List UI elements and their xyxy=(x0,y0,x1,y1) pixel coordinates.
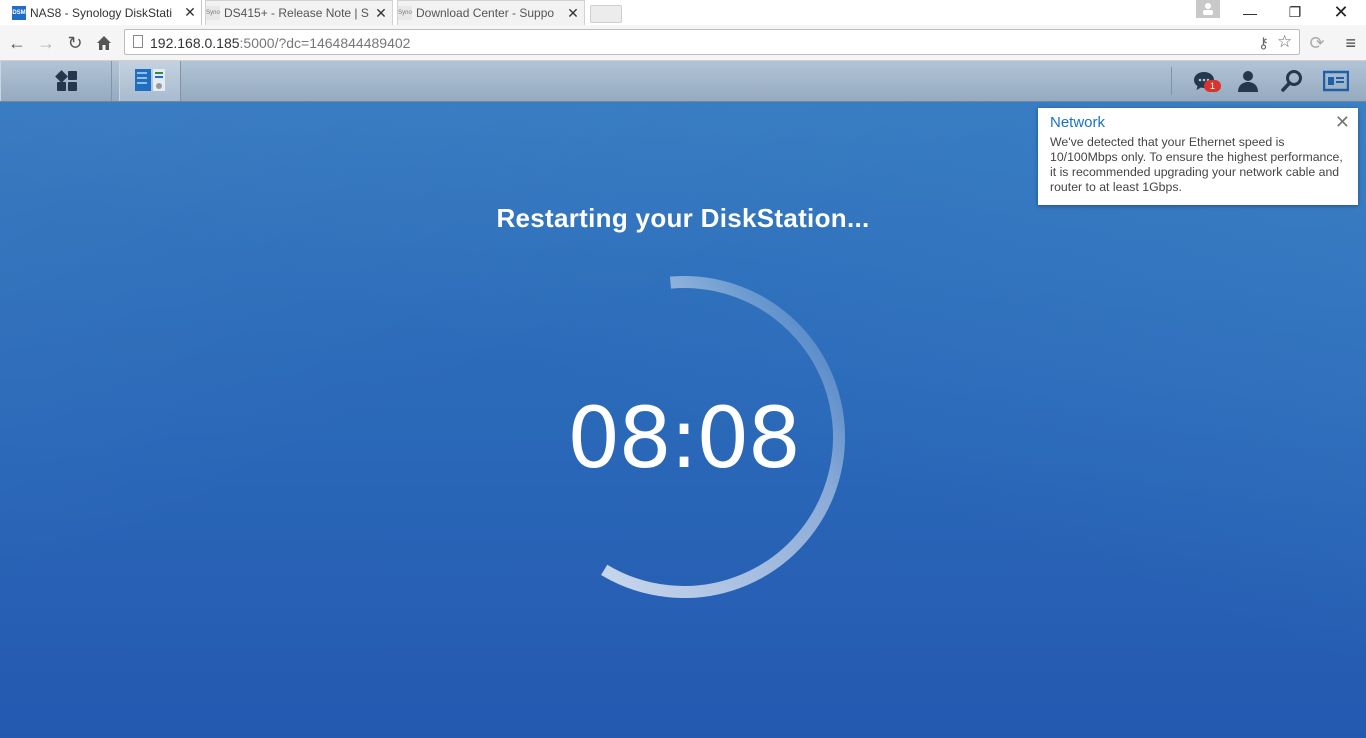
taskbar-separator xyxy=(1171,67,1172,95)
new-tab-button[interactable] xyxy=(590,5,622,23)
extension-icon[interactable]: ⟳ xyxy=(1306,32,1328,54)
url-host: 192.168.0.185 xyxy=(150,35,240,51)
page-icon xyxy=(133,35,143,48)
control-panel-icon xyxy=(135,69,165,91)
main-menu-button[interactable] xyxy=(0,61,112,101)
tab-close-icon[interactable]: ✕ xyxy=(183,4,197,21)
restore-icon[interactable]: ❐ xyxy=(1272,0,1318,25)
tab-download-center[interactable]: Syno Download Center - Suppo ✕ xyxy=(397,0,585,25)
search-icon[interactable] xyxy=(1280,69,1304,93)
tab-title: DS415+ - Release Note | S xyxy=(224,6,369,20)
user-icon[interactable] xyxy=(1236,69,1260,93)
bookmark-star-icon[interactable]: ☆ xyxy=(1277,32,1292,52)
url-path: :5000/?dc=1464844489402 xyxy=(239,35,411,51)
network-notification: Network We've detected that your Etherne… xyxy=(1038,108,1358,205)
close-window-icon[interactable]: ✕ xyxy=(1318,0,1364,25)
minimize-icon[interactable]: — xyxy=(1227,0,1273,25)
forward-icon[interactable]: → xyxy=(35,32,57,54)
browser-menu-icon[interactable]: ≡ xyxy=(1345,33,1356,54)
tab-nas8[interactable]: DSM NAS8 - Synology DiskStati ✕ xyxy=(12,0,202,25)
browser-toolbar: ← → ↻ 192.168.0.185:5000/?dc=14648444894… xyxy=(0,25,1366,61)
tab-title: NAS8 - Synology DiskStati xyxy=(30,5,173,20)
synology-favicon-icon: Syno xyxy=(398,6,412,20)
dsm-favicon-icon: DSM xyxy=(12,5,26,20)
tab-close-icon[interactable]: ✕ xyxy=(566,5,580,22)
tab-release-note[interactable]: Syno DS415+ - Release Note | S ✕ xyxy=(205,0,393,25)
reload-icon[interactable]: ↻ xyxy=(64,32,86,54)
notification-count-badge: 1 xyxy=(1204,80,1221,92)
url-text: 192.168.0.185:5000/?dc=1464844489402 xyxy=(150,35,410,51)
notification-title: Network xyxy=(1050,114,1106,131)
profile-icon[interactable] xyxy=(1196,0,1220,18)
address-bar[interactable]: 192.168.0.185:5000/?dc=1464844489402 ⚷ ☆ xyxy=(124,29,1300,55)
countdown-timer: 08:08 xyxy=(566,389,801,487)
dsm-taskbar xyxy=(0,61,1366,102)
tab-close-icon[interactable]: ✕ xyxy=(374,5,388,22)
synology-favicon-icon: Syno xyxy=(206,6,220,20)
notification-body: We've detected that your Ethernet speed … xyxy=(1050,135,1343,194)
close-icon[interactable]: ✕ xyxy=(1335,112,1350,133)
restart-title: Restarting your DiskStation... xyxy=(496,203,870,233)
browser-tab-strip: DSM NAS8 - Synology DiskStati ✕ Syno DS4… xyxy=(0,0,1366,25)
key-icon[interactable]: ⚷ xyxy=(1258,34,1269,52)
back-icon[interactable]: ← xyxy=(6,32,28,54)
widgets-icon[interactable] xyxy=(1323,69,1349,93)
main-menu-icon xyxy=(55,70,77,91)
open-window-button[interactable] xyxy=(119,61,181,101)
home-icon[interactable] xyxy=(93,32,115,54)
tab-title: Download Center - Suppo xyxy=(416,6,555,20)
